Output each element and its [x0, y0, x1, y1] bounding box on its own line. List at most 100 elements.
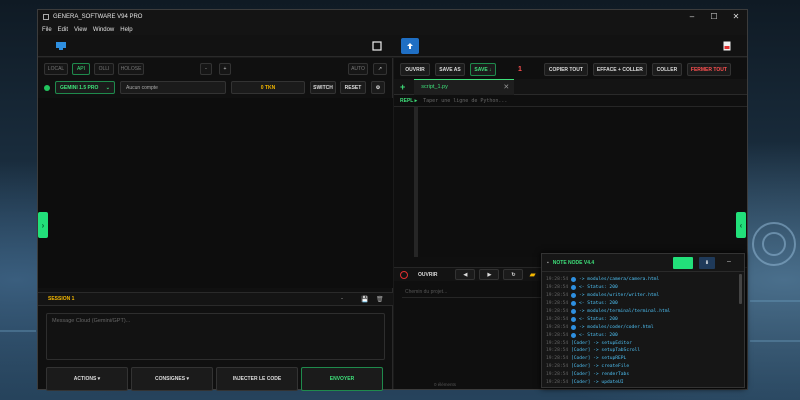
- account-field[interactable]: Aucun compte: [120, 81, 226, 94]
- auto-button[interactable]: AUTO: [348, 63, 368, 75]
- log-text: [Coder] -> createFile: [571, 364, 630, 370]
- code-area[interactable]: [420, 107, 747, 257]
- trash-icon[interactable]: 🗑: [376, 296, 384, 303]
- notes-scrollbar[interactable]: [739, 274, 742, 304]
- upload-icon: [407, 43, 413, 49]
- switch-button[interactable]: SWITCH: [310, 81, 336, 94]
- log-line: 19:28:54 [Coder] -> setupEditor: [546, 339, 738, 347]
- line-gutter: [414, 107, 418, 257]
- gear-icon: ⚙: [375, 84, 381, 91]
- account-field-text: Aucun compte: [126, 84, 158, 91]
- download-icon: ⬇: [704, 260, 710, 266]
- session-minimize-icon[interactable]: -: [341, 296, 343, 302]
- left-panel-toggle[interactable]: ›: [38, 212, 48, 238]
- prev-button[interactable]: ◀: [455, 269, 476, 280]
- log-status-icon: [571, 316, 576, 322]
- close-all-button[interactable]: FERMER TOUT: [686, 63, 731, 76]
- file-tab-bar: + script_1.py ✕: [394, 78, 747, 95]
- notes-title: NOTE NODE V4.4: [552, 259, 595, 266]
- log-timestamp: 19:28:54: [546, 316, 569, 322]
- session-bar: SESSION 1 - 💾 🗑: [38, 292, 393, 306]
- message-input[interactable]: Message Cloud (Gemini/GPT)...: [46, 313, 385, 360]
- paste-button[interactable]: COLLER: [651, 63, 682, 76]
- mode-holose[interactable]: HOLOSE: [118, 63, 144, 75]
- minimize-button[interactable]: –: [681, 10, 703, 24]
- log-text: [Coder] -> setupEditor: [571, 340, 632, 346]
- file-tab[interactable]: script_1.py ✕: [414, 78, 515, 95]
- window-layout-button[interactable]: [368, 38, 386, 54]
- footer-status: 0 éléments: [434, 382, 457, 387]
- log-text: -> modules/coder/coder.html: [579, 324, 654, 330]
- zoom-out-button[interactable]: -: [200, 63, 212, 75]
- log-line: 19:28:54 [Coder] -> updateUI: [546, 379, 738, 386]
- desktop-circuit-line: [750, 300, 800, 302]
- menu-help[interactable]: Help: [120, 27, 132, 33]
- mode-api[interactable]: API: [72, 63, 90, 75]
- tab-close-icon[interactable]: ✕: [503, 83, 509, 91]
- notes-download-button[interactable]: ⬇: [699, 257, 715, 269]
- action-bar: ACTIONS ▾ CONSIGNES ▾ INJECTER LE CODE E…: [46, 367, 383, 391]
- upload-button[interactable]: [401, 38, 419, 54]
- mode-row: LOCAL API OLLI HOLOSE: [44, 63, 144, 75]
- notes-icon: ▪: [547, 259, 549, 266]
- repl-input[interactable]: Taper une ligne de Python...: [423, 98, 507, 104]
- log-status-icon: [571, 285, 576, 291]
- log-timestamp: 19:28:54: [546, 301, 569, 307]
- log-timestamp: 19:28:54: [546, 285, 569, 291]
- desktop-logo-ring-inner: [762, 232, 786, 256]
- editor-toolbar: OUVRIR SAVE AS SAVE ↓ 1 COPIER TOUT EFFA…: [400, 63, 731, 76]
- repl-bar: REPL ▸ Taper une ligne de Python...: [394, 95, 747, 107]
- open-button[interactable]: OUVRIR: [400, 63, 430, 76]
- right-panel-toggle[interactable]: ‹: [736, 212, 746, 238]
- log-status-icon: [571, 293, 576, 299]
- repl-label: REPL ▸: [400, 97, 418, 104]
- log-text: [Coder] -> setupREPL: [571, 356, 627, 362]
- maximize-button[interactable]: ☐: [703, 10, 725, 24]
- menu-view[interactable]: View: [74, 27, 87, 33]
- actions-button[interactable]: ACTIONS ▾: [46, 367, 128, 391]
- copy-all-button[interactable]: COPIER TOUT: [543, 63, 588, 76]
- mode-olli[interactable]: OLLI: [94, 63, 114, 75]
- save-session-icon[interactable]: 💾: [361, 296, 368, 303]
- consignes-button[interactable]: CONSIGNES ▾: [131, 367, 213, 391]
- menu-edit[interactable]: Edit: [58, 27, 68, 33]
- token-count: 0 TKN: [260, 84, 276, 91]
- refresh-button[interactable]: ↻: [503, 269, 524, 280]
- clear-paste-button[interactable]: EFFACE + COLLER: [592, 63, 647, 76]
- menu-file[interactable]: File: [42, 27, 52, 33]
- model-select[interactable]: GEMINI 1.5 PRO ⌄: [55, 81, 115, 94]
- zoom-in-button[interactable]: +: [219, 63, 231, 75]
- project-path-placeholder: Chemin du projet...: [405, 289, 448, 295]
- new-file-icon[interactable]: +: [400, 82, 405, 92]
- menu-bar: File Edit View Window Help: [38, 24, 747, 35]
- menu-window[interactable]: Window: [93, 27, 114, 33]
- send-button[interactable]: ENVOYER: [301, 367, 383, 391]
- folder-icon[interactable]: ▰: [529, 270, 535, 279]
- log-text: -> modules/writer/writer.html: [579, 293, 660, 299]
- monitor-button[interactable]: [52, 38, 70, 54]
- save-as-button[interactable]: SAVE AS: [435, 63, 465, 76]
- reset-button[interactable]: RESET: [340, 81, 366, 94]
- open-project-button[interactable]: OUVRIR: [418, 272, 437, 278]
- notes-minimize-icon[interactable]: –: [727, 258, 731, 265]
- close-button[interactable]: ✕: [725, 10, 747, 24]
- save-button[interactable]: SAVE ↓: [470, 63, 496, 76]
- settings-button[interactable]: ⚙: [371, 81, 385, 94]
- app-icon: [43, 14, 49, 20]
- notes-action-button[interactable]: [673, 257, 693, 269]
- inject-code-button[interactable]: INJECTER LE CODE: [216, 367, 298, 391]
- record-icon[interactable]: [400, 270, 408, 279]
- log-line: 19:28:54 [Coder] -> createFile: [546, 363, 738, 371]
- log-status-icon: [571, 324, 576, 330]
- pdf-file-icon: [723, 41, 731, 51]
- pdf-button[interactable]: [718, 38, 736, 54]
- monitor-icon: [56, 42, 66, 50]
- mode-local[interactable]: LOCAL: [44, 63, 68, 75]
- log-text: [Coder] -> updateUI: [571, 380, 624, 386]
- next-button[interactable]: ▶: [479, 269, 500, 280]
- log-status-icon: [571, 277, 576, 283]
- log-line: 19:28:54 [Coder] -> setupTabScroll: [546, 347, 738, 355]
- session-tab[interactable]: SESSION 1: [48, 296, 74, 302]
- log-line: 19:28:54 <- Status: 200: [546, 300, 738, 308]
- expand-button[interactable]: ↗: [373, 63, 387, 75]
